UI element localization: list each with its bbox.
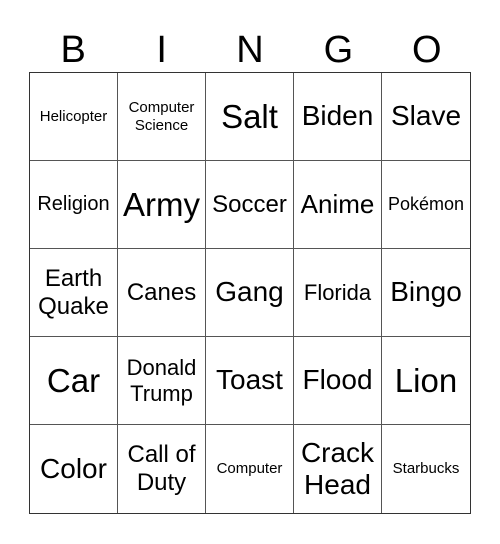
bingo-cell[interactable]: Biden — [294, 73, 382, 161]
bingo-cell[interactable]: Slave — [382, 73, 470, 161]
bingo-cell[interactable]: Gang — [206, 249, 294, 337]
bingo-cell[interactable]: Call of Duty — [118, 425, 206, 513]
bingo-cell[interactable]: Canes — [118, 249, 206, 337]
header-letter-b: B — [60, 29, 86, 71]
bingo-cell[interactable]: Pokémon — [382, 161, 470, 249]
bingo-cell[interactable]: Flood — [294, 337, 382, 425]
header-letter-o: O — [412, 29, 442, 71]
bingo-cell[interactable]: Army — [118, 161, 206, 249]
bingo-cell[interactable]: Bingo — [382, 249, 470, 337]
bingo-cell[interactable]: Soccer — [206, 161, 294, 249]
bingo-cell[interactable]: Computer — [206, 425, 294, 513]
bingo-cell[interactable]: Lion — [382, 337, 470, 425]
bingo-cell[interactable]: Starbucks — [382, 425, 470, 513]
bingo-cell[interactable]: Computer Science — [118, 73, 206, 161]
bingo-cell[interactable]: Donald Trump — [118, 337, 206, 425]
header-letter-n: N — [236, 29, 264, 71]
bingo-cell[interactable]: Helicopter — [30, 73, 118, 161]
bingo-cell[interactable]: Car — [30, 337, 118, 425]
bingo-cell[interactable]: Salt — [206, 73, 294, 161]
bingo-cell[interactable]: Crack Head — [294, 425, 382, 513]
bingo-cell[interactable]: Earth Quake — [30, 249, 118, 337]
bingo-cell[interactable]: Religion — [30, 161, 118, 249]
bingo-cell[interactable]: Color — [30, 425, 118, 513]
bingo-header: B I N G O — [29, 28, 471, 72]
header-letter-i: I — [156, 29, 167, 71]
header-letter-g: G — [323, 29, 354, 71]
bingo-grid: Helicopter Computer Science Salt Biden S… — [29, 72, 471, 514]
bingo-cell[interactable]: Toast — [206, 337, 294, 425]
bingo-cell[interactable]: Florida — [294, 249, 382, 337]
bingo-cell[interactable]: Anime — [294, 161, 382, 249]
